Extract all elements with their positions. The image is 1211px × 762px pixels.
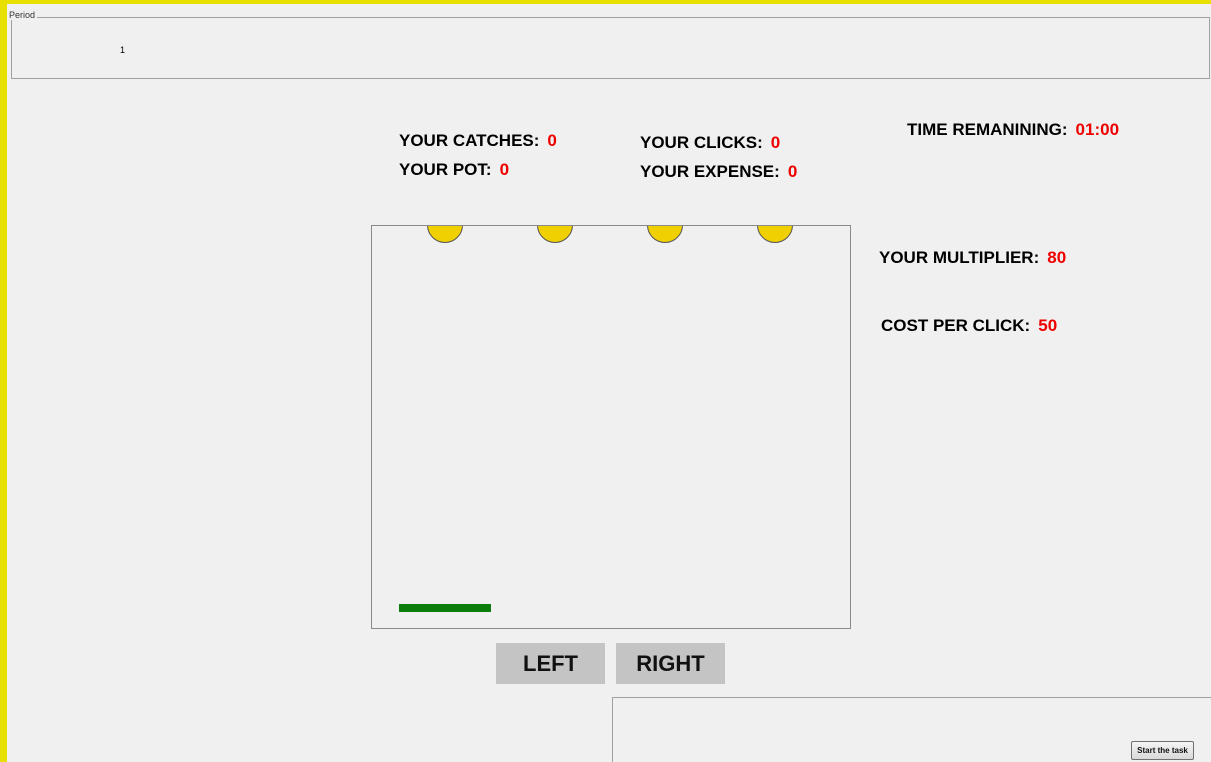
- time-remaining-stat: TIME REMANINING: 01:00: [907, 120, 1119, 140]
- catcher-paddle: [399, 604, 491, 612]
- falling-ball-2: [537, 226, 573, 243]
- time-remaining-label: TIME REMANINING:: [907, 120, 1068, 139]
- cost-per-click-value: 50: [1038, 316, 1058, 335]
- catches-stat: YOUR CATCHES: 0: [399, 131, 557, 151]
- clicks-label: YOUR CLICKS:: [640, 133, 763, 152]
- falling-ball-3: [647, 226, 683, 243]
- falling-ball-4: [757, 226, 793, 243]
- pot-stat: YOUR POT: 0: [399, 160, 509, 180]
- start-task-button[interactable]: Start the task: [1131, 741, 1194, 760]
- period-legend: Period: [7, 10, 38, 20]
- cost-per-click-label: COST PER CLICK:: [881, 316, 1031, 335]
- expense-value: 0: [787, 162, 798, 181]
- time-remaining-value: 01:00: [1075, 120, 1120, 139]
- pot-label: YOUR POT:: [399, 160, 492, 179]
- move-left-button[interactable]: LEFT: [496, 643, 605, 684]
- falling-ball-1: [427, 226, 463, 243]
- catches-value: 0: [547, 131, 557, 150]
- game-area[interactable]: [371, 225, 851, 629]
- clicks-value: 0: [770, 133, 781, 152]
- period-value: 1: [120, 45, 126, 55]
- multiplier-label: YOUR MULTIPLIER:: [879, 248, 1040, 267]
- bottom-panel: [612, 697, 1211, 762]
- move-right-button[interactable]: RIGHT: [616, 643, 725, 684]
- pot-value: 0: [499, 160, 510, 179]
- expense-stat: YOUR EXPENSE: 0: [640, 162, 797, 182]
- cost-per-click-stat: COST PER CLICK: 50: [881, 316, 1057, 336]
- expense-label: YOUR EXPENSE:: [640, 162, 780, 181]
- catches-label: YOUR CATCHES:: [399, 131, 540, 150]
- multiplier-value: 80: [1047, 248, 1067, 267]
- multiplier-stat: YOUR MULTIPLIER: 80: [879, 248, 1066, 268]
- period-panel: [11, 17, 1210, 79]
- clicks-stat: YOUR CLICKS: 0: [640, 133, 780, 153]
